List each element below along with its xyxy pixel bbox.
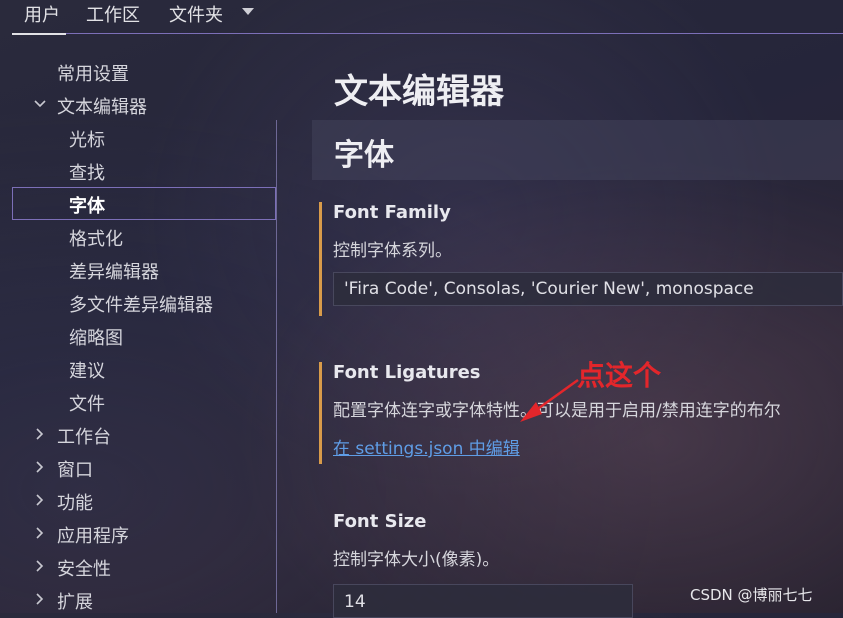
sidebar-item-cursor[interactable]: 光标 xyxy=(12,121,276,154)
setting-font-family: Font Family 控制字体系列。 'Fira Code', Consola… xyxy=(319,202,843,316)
sidebar-item-workbench[interactable]: 工作台 xyxy=(12,418,276,451)
watermark: CSDN @博丽七七 xyxy=(690,586,813,604)
sidebar-item-suggestions[interactable]: 建议 xyxy=(12,352,276,385)
sidebar-item-security[interactable]: 安全性 xyxy=(12,550,276,583)
sidebar-item-minimap[interactable]: 缩略图 xyxy=(12,319,276,352)
sidebar-item-label: 应用程序 xyxy=(57,526,129,547)
sidebar-item-files[interactable]: 文件 xyxy=(12,385,276,418)
font-family-input[interactable]: 'Fira Code', Consolas, 'Courier New', mo… xyxy=(333,272,843,306)
sidebar-item-label: 字体 xyxy=(69,196,105,217)
modified-indicator xyxy=(319,362,322,464)
sidebar-item-formatting[interactable]: 格式化 xyxy=(12,220,276,253)
chevron-down-icon[interactable] xyxy=(33,97,47,111)
setting-description: 配置字体连字或字体特性。可以是用于启用/禁用连字的布尔 xyxy=(333,401,781,421)
setting-description: 控制字体大小(像素)。 xyxy=(333,550,500,570)
sidebar-item-extensions[interactable]: 扩展 xyxy=(12,583,276,616)
chevron-right-icon[interactable] xyxy=(33,493,47,507)
setting-title: Font Size xyxy=(333,511,427,532)
sidebar-item-label: 安全性 xyxy=(57,559,111,580)
modified-indicator xyxy=(319,202,322,316)
section-title: 字体 xyxy=(334,138,394,173)
sidebar-item-common[interactable]: 常用设置 xyxy=(12,55,276,88)
chevron-right-icon[interactable] xyxy=(33,526,47,540)
settings-toc-tree: 常用设置 文本编辑器 光标 查找 字体 格式化 差异编辑器 多文件差异编辑器 缩… xyxy=(12,55,276,613)
sidebar-item-label: 查找 xyxy=(69,163,105,184)
sidebar-item-features[interactable]: 功能 xyxy=(12,484,276,517)
sidebar-item-label: 建议 xyxy=(69,361,105,382)
setting-description: 控制字体系列。 xyxy=(333,241,452,261)
settings-scope-bar: 用户 工作区 文件夹 xyxy=(12,0,843,35)
sidebar-item-diff-editor[interactable]: 差异编辑器 xyxy=(12,253,276,286)
page-title: 文本编辑器 xyxy=(334,72,504,112)
sidebar-item-label: 缩略图 xyxy=(69,328,123,349)
tab-folder[interactable]: 文件夹 xyxy=(169,1,223,27)
sidebar-item-label: 多文件差异编辑器 xyxy=(69,295,213,316)
sidebar-item-application[interactable]: 应用程序 xyxy=(12,517,276,550)
section-header: 字体 xyxy=(312,120,843,180)
sidebar-item-label: 常用设置 xyxy=(57,64,129,85)
sidebar-divider[interactable] xyxy=(276,120,277,613)
sidebar-item-multi-diff-editor[interactable]: 多文件差异编辑器 xyxy=(12,286,276,319)
edit-in-settings-json-link[interactable]: 在 settings.json 中编辑 xyxy=(333,434,520,459)
annotation-label: 点这个 xyxy=(577,359,662,392)
chevron-right-icon[interactable] xyxy=(33,427,47,441)
tab-user[interactable]: 用户 xyxy=(12,1,66,35)
sidebar-item-label: 差异编辑器 xyxy=(69,262,159,283)
setting-title: Font Family xyxy=(333,202,451,223)
sidebar-item-label: 扩展 xyxy=(57,592,93,613)
chevron-right-icon[interactable] xyxy=(33,592,47,606)
chevron-right-icon[interactable] xyxy=(33,559,47,573)
sidebar-item-label: 窗口 xyxy=(57,460,93,481)
sidebar-item-label: 工作台 xyxy=(57,427,111,448)
chevron-right-icon[interactable] xyxy=(33,460,47,474)
sidebar-item-find[interactable]: 查找 xyxy=(12,154,276,187)
chevron-down-icon[interactable] xyxy=(242,8,254,15)
sidebar-item-label: 文件 xyxy=(69,394,105,415)
sidebar-item-window[interactable]: 窗口 xyxy=(12,451,276,484)
setting-title: Font Ligatures xyxy=(333,362,481,383)
sidebar-item-label: 文本编辑器 xyxy=(57,97,147,118)
sidebar-item-label: 格式化 xyxy=(69,229,123,250)
sidebar-item-label: 光标 xyxy=(69,130,105,151)
sidebar-item-text-editor[interactable]: 文本编辑器 xyxy=(12,88,276,121)
sidebar-item-font[interactable]: 字体 xyxy=(12,187,276,220)
setting-font-size: Font Size 控制字体大小(像素)。 xyxy=(319,511,843,571)
sidebar-item-label: 功能 xyxy=(57,493,93,514)
tab-workspace[interactable]: 工作区 xyxy=(86,1,140,27)
